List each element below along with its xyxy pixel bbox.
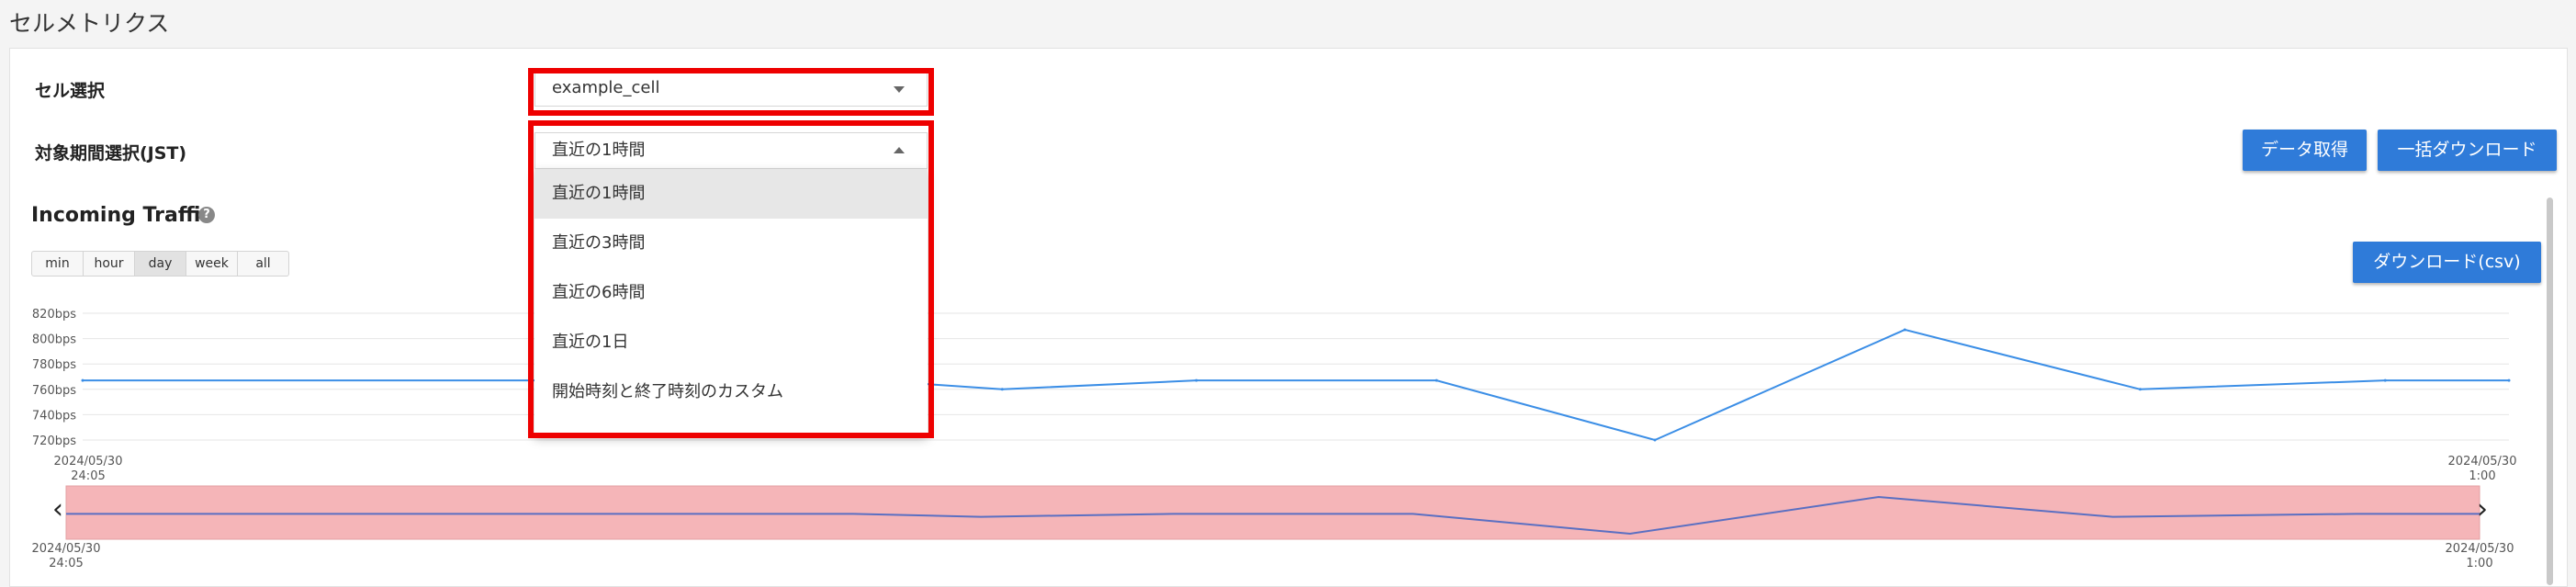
data-point	[81, 378, 84, 382]
period-option-3h[interactable]: 直近の3時間	[534, 219, 928, 268]
period-option-custom[interactable]: 開始時刻と終了時刻のカスタム	[534, 367, 928, 417]
navigator-x-tick-label: 1:00	[2466, 557, 2492, 570]
data-point	[2507, 378, 2511, 382]
series-line	[83, 328, 2509, 442]
chevron-right-icon[interactable]: ›	[2477, 496, 2488, 524]
x-tick-label: 2024/05/30	[2448, 455, 2517, 468]
navigator-x-tick-label: 24:05	[49, 557, 83, 570]
y-axis-ticks: 820bps 800bps 780bps 760bps 740bps 720bps	[32, 308, 76, 448]
data-point	[2383, 378, 2387, 382]
x-tick-label: 1:00	[2469, 469, 2495, 483]
y-tick-label: 740bps	[32, 409, 76, 423]
navigator-x-tick-label: 2024/05/30	[2446, 542, 2514, 556]
x-tick-label: 24:05	[71, 469, 105, 483]
chart-grid	[83, 312, 2509, 441]
data-point	[1903, 328, 1907, 332]
series-points	[81, 328, 2511, 442]
vertical-scrollbar[interactable]	[2547, 198, 2553, 585]
navigator-x-tick-label: 2024/05/30	[32, 542, 101, 556]
traffic-chart: 820bps 800bps 780bps 760bps 740bps 720bps 202…	[32, 308, 2517, 570]
y-tick-label: 800bps	[32, 333, 76, 347]
data-point	[1653, 438, 1657, 442]
y-tick-label: 820bps	[32, 308, 76, 322]
navigator-range[interactable]	[65, 485, 2480, 540]
period-option-1h[interactable]: 直近の1時間	[534, 169, 928, 219]
period-option-6h[interactable]: 直近の6時間	[534, 268, 928, 318]
data-point	[1195, 378, 1198, 382]
chevron-left-icon[interactable]: ‹	[52, 496, 63, 524]
data-point	[1434, 378, 1438, 382]
period-option-1d[interactable]: 直近の1日	[534, 318, 928, 367]
x-tick-label: 2024/05/30	[54, 455, 123, 468]
navigator-x-ticks: 2024/05/3024:052024/05/301:00	[32, 542, 2514, 570]
y-tick-label: 720bps	[32, 435, 76, 448]
data-point	[1000, 388, 1004, 391]
y-tick-label: 780bps	[32, 358, 76, 372]
data-point	[2138, 388, 2142, 391]
x-axis-ticks: 2024/05/3024:052024/05/301:00	[54, 455, 2517, 483]
y-tick-label: 760bps	[32, 384, 76, 398]
period-dropdown-menu: 直近の1時間 直近の3時間 直近の6時間 直近の1日 開始時刻と終了時刻のカスタ…	[534, 169, 928, 435]
